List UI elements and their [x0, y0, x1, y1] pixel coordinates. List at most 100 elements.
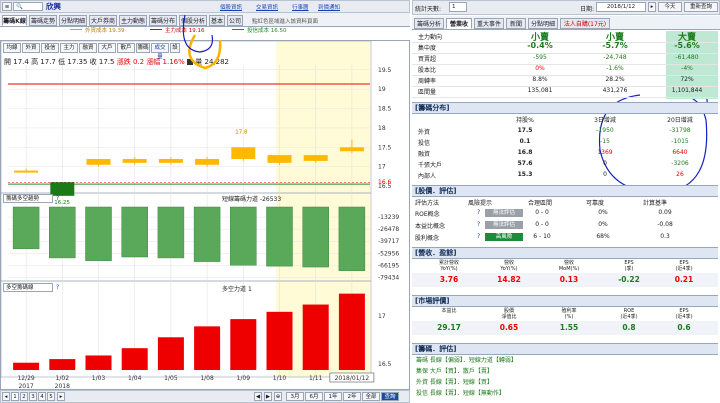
- chip-eval-line: 投信 長線【賣】．短線【無動作】: [416, 390, 505, 397]
- x-year-label: 2018: [55, 383, 70, 390]
- market-section-title: [市場評價]: [412, 295, 718, 307]
- rev-value: 0.13: [559, 275, 579, 284]
- indicator1-select[interactable]: 籌碼多空趨勢: [3, 194, 53, 203]
- eval-help-icon[interactable]: ?: [477, 233, 480, 240]
- range-button-2[interactable]: 1年: [324, 392, 342, 401]
- dist-row-label: 千張大戶: [418, 162, 443, 169]
- zoom-in-button[interactable]: ◀: [254, 392, 262, 401]
- rev-value: 14.82: [497, 275, 521, 284]
- tab-revenue[interactable]: 營業收: [446, 18, 472, 29]
- x-axis-label: 1/08: [200, 375, 214, 382]
- eval-help-icon[interactable]: ?: [477, 221, 480, 228]
- chip-eval-line: 籌碼 長線【偏弱】．短線力道【轉弱】: [416, 357, 517, 364]
- tab-branch[interactable]: 分點明細: [528, 18, 558, 29]
- page-prev-button[interactable]: ◂: [2, 392, 10, 401]
- rev-header: EPS (季): [624, 260, 634, 272]
- eval-base: 0.09: [658, 209, 672, 216]
- summary-row-label: 區間量: [418, 89, 437, 96]
- indicator1-axis-label: -79434: [378, 274, 399, 281]
- x-axis-label: 2018/01/12: [335, 375, 370, 382]
- indicator2-bar-01/08: [194, 326, 221, 370]
- page-button-2[interactable]: 2: [20, 392, 28, 401]
- mkt-value: 0.65: [499, 323, 519, 332]
- range-button-0[interactable]: 3月: [286, 392, 304, 401]
- indicator1-bar-01/02: [49, 206, 76, 259]
- range-button-1[interactable]: 6月: [305, 392, 323, 401]
- dist-cell: 15.3: [517, 171, 533, 178]
- mkt-value: 29.17: [437, 323, 461, 332]
- page-button-5[interactable]: 5: [47, 392, 55, 401]
- days-select[interactable]: 1: [449, 2, 467, 12]
- high-price-label: 17.8: [235, 130, 248, 136]
- candle-01/05: [158, 158, 183, 163]
- rev-value: -0.22: [618, 275, 640, 284]
- zoom-out-button[interactable]: ▶: [264, 392, 272, 401]
- today-button[interactable]: 今天: [658, 2, 682, 12]
- tab-major-events[interactable]: 重大事件: [474, 18, 504, 29]
- mkt-header: 股價 淨值比: [501, 308, 517, 320]
- requery-button[interactable]: 重新查詢: [684, 2, 718, 12]
- indicator1-axis-label: -66195: [378, 262, 399, 269]
- eval-reliability: 68%: [596, 233, 610, 240]
- zoom-reset-button[interactable]: ⊕: [274, 392, 282, 401]
- page-next-button[interactable]: ▸: [57, 392, 65, 401]
- eval-range: 6 - 10: [533, 233, 551, 240]
- eval-range: 0 - 0: [535, 221, 549, 228]
- eval-help-icon[interactable]: ?: [477, 209, 480, 216]
- dist-cell: 0: [603, 171, 607, 178]
- indicator1-bar-01/04: [121, 206, 148, 258]
- indicator2-select[interactable]: 多空籌碼線: [3, 283, 53, 292]
- page-button-1[interactable]: 1: [11, 392, 19, 401]
- dist-header: 20日增減: [667, 117, 693, 124]
- eval-reliability: 0%: [598, 221, 608, 228]
- summary-cell: -0.4%: [527, 41, 553, 50]
- dist-section-title: [籌碼分布]: [412, 102, 718, 114]
- summary-cell: 72%: [680, 76, 694, 83]
- summary-cell: -595: [533, 54, 547, 61]
- indicator1-axis-label: -52956: [378, 250, 399, 257]
- dist-row-label: 外資: [418, 129, 431, 136]
- indicator1-bar-12/29: [12, 206, 40, 250]
- eval-header: 可靠度: [585, 200, 604, 207]
- dist-cell: 1369: [597, 149, 613, 156]
- tab-news[interactable]: 新聞: [506, 18, 526, 29]
- price-axis-label: 19: [378, 86, 386, 93]
- x-year-label: 2017: [18, 383, 33, 390]
- tab-chip-analysis[interactable]: 籌碼分析: [414, 18, 444, 29]
- dist-row-label: 投信: [418, 140, 431, 147]
- tab-inst-buy[interactable]: 法人自購(17元): [560, 18, 610, 29]
- indicator1-bar-01/08: [193, 206, 221, 262]
- indicator2-bar-01/09: [230, 319, 257, 370]
- indicator2-help-icon[interactable]: ?: [56, 284, 59, 291]
- summary-cell: 431,276: [602, 87, 628, 94]
- dist-header: 3日增減: [594, 117, 616, 124]
- x-axis-label: 1/04: [128, 375, 142, 382]
- range-button-5[interactable]: 查詢: [381, 392, 399, 401]
- indicator2-axis-label: 17: [378, 313, 386, 320]
- revenue-section-title: [營收．盈餘]: [412, 247, 718, 259]
- summary-row-label: 周轉率: [418, 78, 437, 85]
- page-button-4[interactable]: 4: [38, 392, 46, 401]
- mkt-value: 1.55: [559, 323, 579, 332]
- page-button-3[interactable]: 3: [29, 392, 37, 401]
- range-button-4[interactable]: 全部: [362, 392, 380, 401]
- eval-reliability: 0%: [598, 209, 608, 216]
- indicator2-bar-01/04: [121, 348, 148, 370]
- dist-cell: 0.1: [519, 138, 531, 145]
- range-button-3[interactable]: 2年: [343, 392, 361, 401]
- candle-01/04: [122, 158, 147, 163]
- indicator1-help-icon[interactable]: ?: [56, 195, 59, 202]
- x-axis-label: 1/10: [273, 375, 287, 382]
- summary-cell: 135,081: [527, 87, 553, 94]
- dist-cell: -31798: [669, 127, 691, 134]
- summary-row-label: 買賣超: [418, 56, 437, 63]
- indicator1-axis-label: -39717: [378, 238, 399, 245]
- candle-01/08: [195, 158, 220, 165]
- prev-date-button[interactable]: ▸: [648, 2, 656, 12]
- indicator2-bar-01/02: [49, 359, 76, 370]
- price-axis-label: 19.5: [378, 67, 392, 74]
- indicator1-axis-label: -13239: [378, 214, 399, 221]
- eval-header: 風險提示: [467, 200, 492, 207]
- eval-base: -0.08: [657, 221, 673, 228]
- date-input[interactable]: 2018/1/12: [596, 2, 646, 12]
